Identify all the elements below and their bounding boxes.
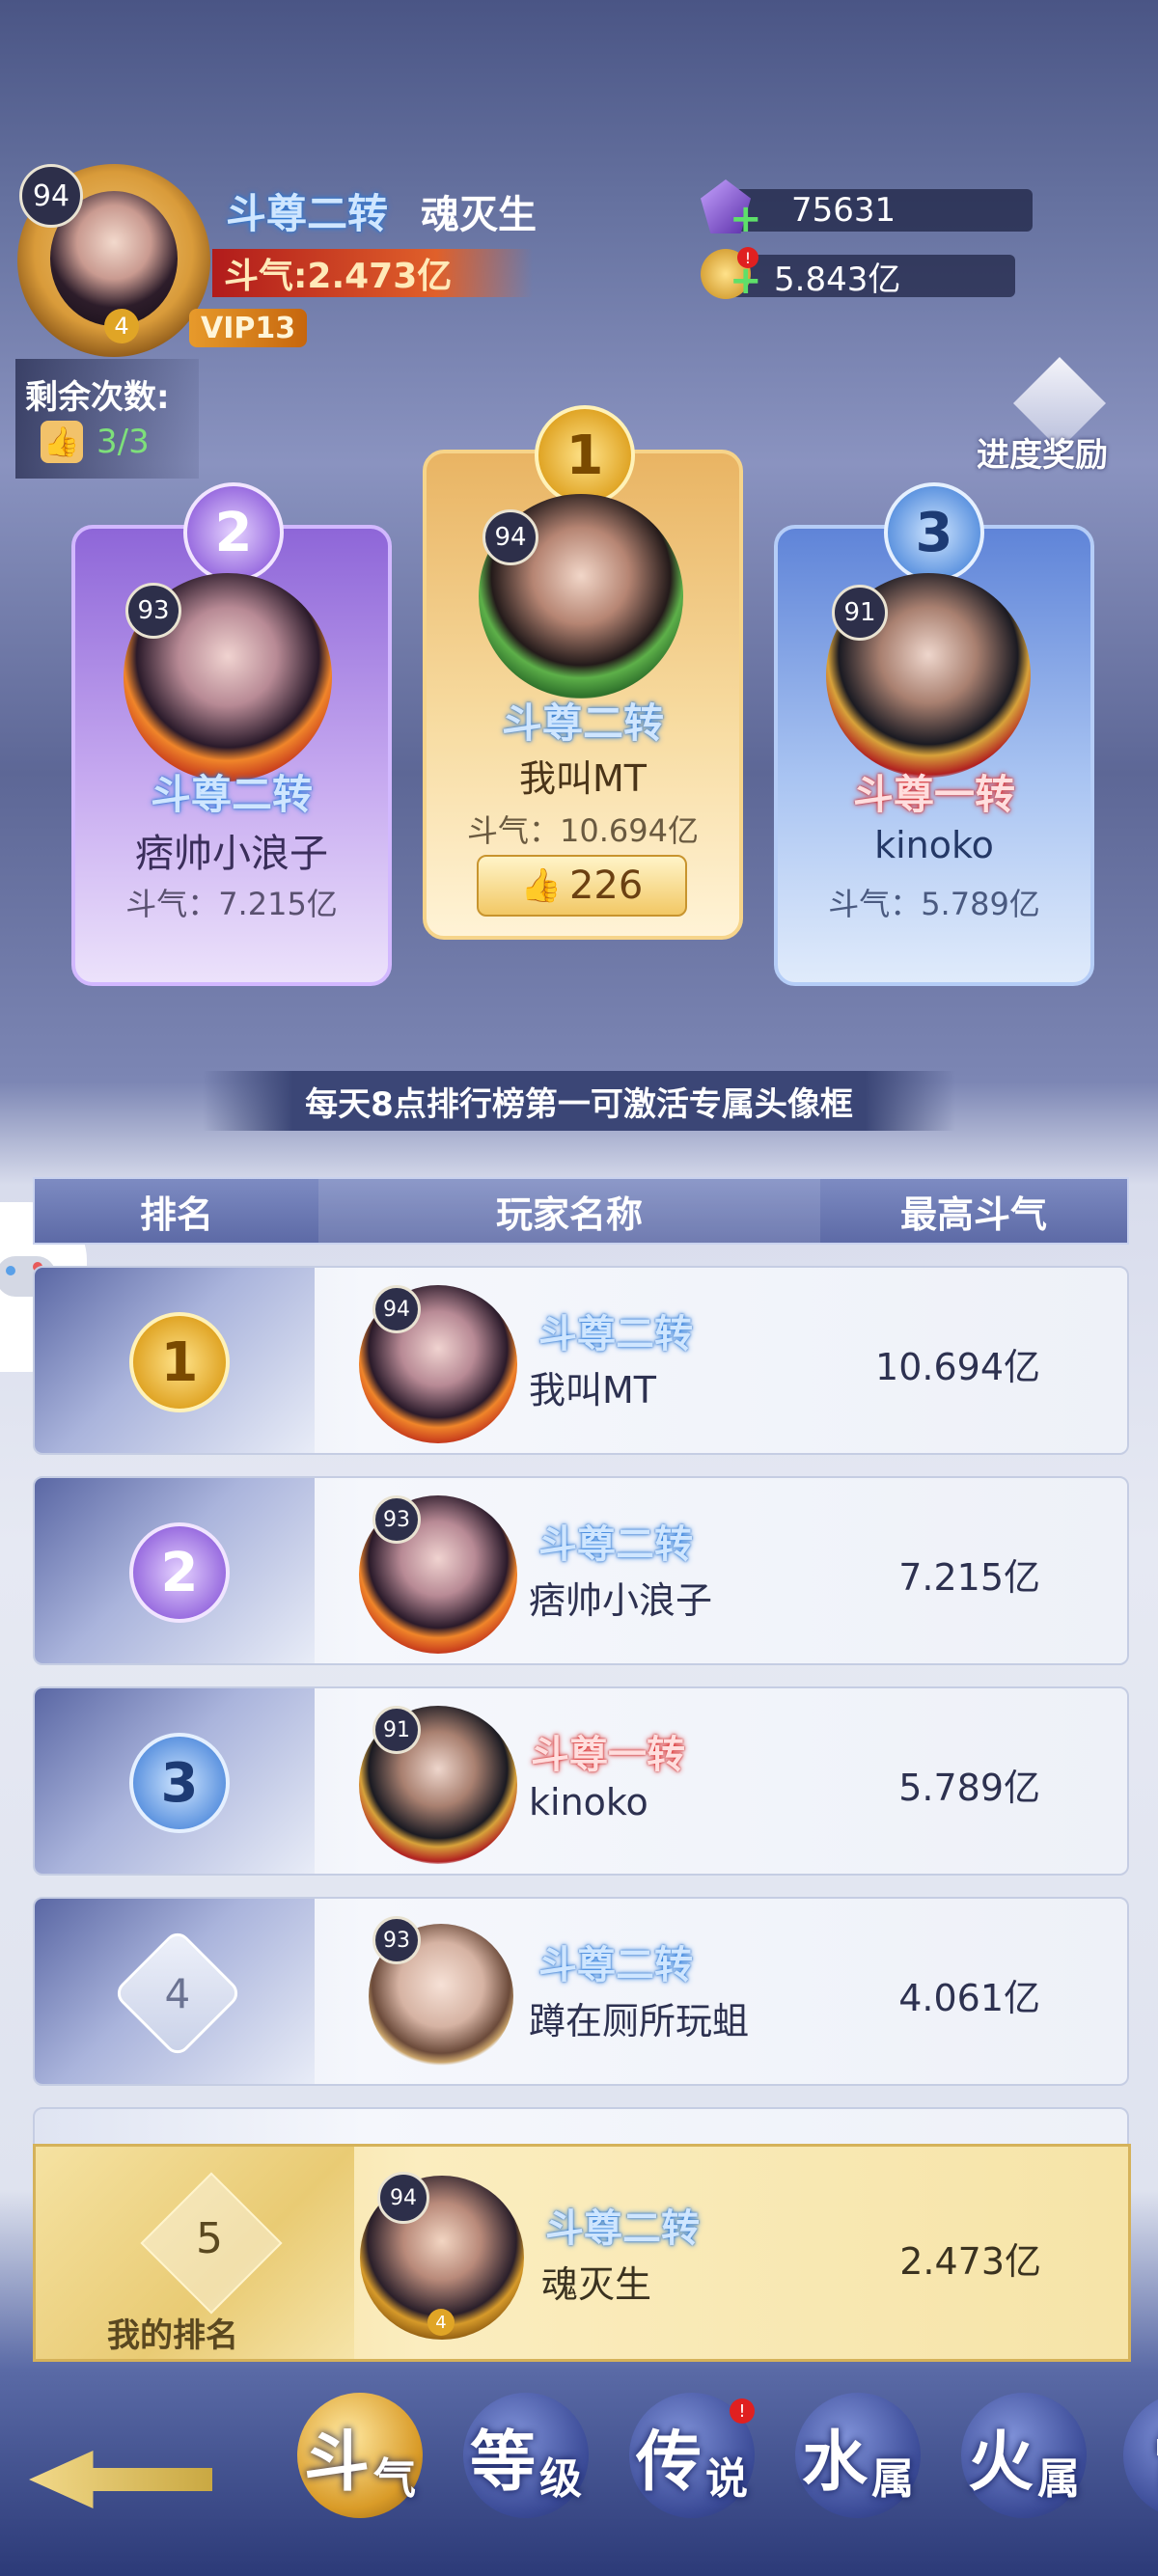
my-rank-row: 5 我的排名 94 4 斗尊二转 魂灭生 2.473亿	[33, 2144, 1131, 2362]
table-row[interactable]: 4 93 斗尊二转 蹲在厕所玩蛆 4.061亿	[33, 1897, 1129, 2086]
my-rank-number: 5	[196, 2214, 223, 2263]
tab-fire[interactable]: 火属	[961, 2393, 1087, 2518]
table-header: 排名 玩家名称 最高斗气	[33, 1177, 1129, 1245]
my-level: 94	[377, 2172, 429, 2224]
tab-water-main: 水	[801, 2424, 868, 2501]
tab-legend-main: 传	[635, 2424, 702, 2501]
player-star-badge: 4	[104, 309, 139, 343]
row-title: 斗尊二转	[538, 1943, 693, 1987]
player-name: 魂灭生	[421, 193, 537, 237]
row-name: 蹲在厕所玩蛆	[529, 2000, 750, 2042]
header-max-power: 最高斗气	[899, 1192, 1047, 1236]
tab-level-sub: 级	[539, 2454, 582, 2504]
gold-value: 5.843亿	[774, 260, 901, 299]
table-row[interactable]: 1 94 斗尊二转 我叫MT 10.694亿	[33, 1266, 1129, 1455]
podium-3-title: 斗尊一转	[852, 771, 1015, 818]
player-title: 斗尊二转	[226, 190, 389, 237]
row-title: 斗尊二转	[538, 1522, 693, 1567]
row-level: 93	[372, 1495, 421, 1544]
podium-2-title: 斗尊二转	[150, 771, 313, 818]
row-name: 我叫MT	[529, 1369, 656, 1411]
row-title: 斗尊一转	[531, 1733, 685, 1777]
like-count: 226	[568, 863, 644, 908]
player-power: 斗气:2.473亿	[212, 249, 533, 297]
tab-level[interactable]: 等级	[463, 2393, 589, 2518]
tab-thunder-clip: 雷	[1123, 2393, 1158, 2518]
back-arrow-icon[interactable]	[29, 2451, 212, 2508]
podium-1-level: 94	[482, 509, 538, 565]
thumbs-up-icon: 👍	[41, 421, 83, 463]
row-name: 痞帅小浪子	[529, 1579, 713, 1622]
rank-1-medal-icon: 1	[129, 1312, 230, 1412]
row-value: 10.694亿	[875, 1346, 1040, 1388]
podium-1-name: 我叫MT	[519, 757, 647, 800]
tab-legend-sub: 说	[705, 2454, 748, 2504]
tab-fire-sub: 属	[1037, 2454, 1080, 2504]
tab-water-sub: 属	[871, 2454, 914, 2504]
tab-thunder-main: 雷	[1153, 2408, 1158, 2504]
row-value: 5.789亿	[898, 1767, 1040, 1809]
table-row[interactable]: 2 93 斗尊二转 痞帅小浪子 7.215亿	[33, 1476, 1129, 1665]
player-level-badge: 94	[19, 164, 83, 228]
rank-2-medal-icon: 2	[129, 1522, 230, 1623]
row-value: 4.061亿	[898, 1977, 1040, 2019]
row-name: kinoko	[529, 1781, 648, 1823]
progress-reward-label[interactable]: 进度奖励	[977, 428, 1108, 476]
rank-3-medal-icon: 3	[129, 1733, 230, 1833]
row-title: 斗尊二转	[538, 1312, 693, 1357]
table-row[interactable]: 3 91 斗尊一转 kinoko 5.789亿	[33, 1686, 1129, 1876]
gems-bar: 75631	[722, 189, 1033, 232]
like-button[interactable]: 👍 226	[477, 855, 687, 917]
rank-4-number: 4	[164, 1969, 191, 2017]
header-player-name: 玩家名称	[318, 1179, 820, 1243]
row-value: 7.215亿	[898, 1556, 1040, 1599]
tab-fire-main: 火	[967, 2424, 1034, 2501]
my-title: 斗尊二转	[545, 2206, 700, 2251]
podium-1-title: 斗尊二转	[501, 699, 664, 747]
row-level: 94	[372, 1285, 421, 1333]
podium-1-power: 斗气：10.694亿	[467, 812, 699, 849]
medal-1-icon: 1	[535, 405, 635, 506]
remaining-label: 剩余次数:	[25, 378, 170, 417]
tab-water[interactable]: 水属	[795, 2393, 921, 2518]
gold-bar: 5.843亿	[722, 255, 1015, 299]
tab-legend-alert-icon: !	[730, 2398, 755, 2424]
tab-level-main: 等	[469, 2424, 536, 2501]
podium-2-name: 痞帅小浪子	[135, 832, 328, 876]
alert-dot-icon: !	[737, 247, 758, 268]
my-name: 魂灭生	[541, 2263, 652, 2306]
tab-power-main: 斗	[303, 2424, 370, 2501]
tab-power[interactable]: 斗气	[297, 2393, 423, 2518]
gamepad-dot-blue	[6, 1266, 15, 1275]
podium-3-level: 91	[832, 585, 888, 641]
medal-3-icon: 3	[884, 482, 984, 583]
vip-badge: VIP13	[189, 309, 308, 347]
gems-value: 75631	[791, 191, 896, 230]
medal-2-icon: 2	[183, 482, 284, 583]
my-star-badge: 4	[427, 2309, 455, 2336]
notice-banner: 每天8点排行榜第一可激活专属头像框	[203, 1071, 955, 1131]
row-level: 93	[372, 1916, 421, 1964]
row-level: 91	[372, 1706, 421, 1754]
my-rank-label: 我的排名	[107, 2316, 238, 2355]
header-rank: 排名	[139, 1192, 213, 1236]
tab-power-sub: 气	[373, 2454, 416, 2504]
podium-3-power: 斗气：5.789亿	[828, 886, 1040, 922]
podium-3-name: kinoko	[874, 824, 994, 866]
my-value: 2.473亿	[899, 2240, 1041, 2283]
tab-thunder[interactable]: 雷	[1123, 2393, 1158, 2518]
podium-2-power: 斗气：7.215亿	[125, 886, 338, 922]
remaining-value: 3/3	[96, 423, 150, 461]
add-gems-icon[interactable]: +	[730, 197, 762, 241]
thumbs-up-like-icon: 👍	[520, 866, 562, 905]
podium-2-level: 93	[125, 583, 181, 639]
